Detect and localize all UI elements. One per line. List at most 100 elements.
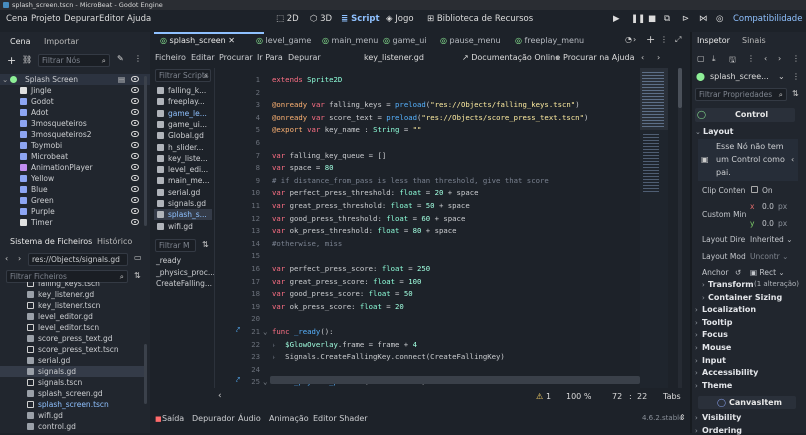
reset-icon[interactable]: ↺: [735, 268, 741, 277]
scene-node[interactable]: AnimationPlayer: [0, 162, 150, 173]
back-icon[interactable]: ‹: [5, 254, 8, 263]
visibility-eye-icon[interactable]: [131, 164, 139, 170]
script-attach-icon[interactable]: ✎: [117, 54, 124, 63]
scene-node[interactable]: Jingle: [0, 85, 150, 96]
visibility-eye-icon[interactable]: [131, 120, 139, 126]
inspector-options-icon[interactable]: ⇅: [792, 89, 799, 98]
code-line[interactable]: 10 var perfect_press_threshold: float = 2…: [246, 187, 638, 200]
workspace-3d[interactable]: ⬡ 3D: [310, 14, 332, 24]
script-list-item[interactable]: signals.gd: [154, 198, 212, 209]
tab-filesystem[interactable]: Sistema de Ficheiros: [10, 234, 92, 250]
file-item[interactable]: key_listener.tscn: [0, 300, 146, 311]
online-docs-link[interactable]: ↗ Documentação Online: [462, 53, 560, 62]
code-line[interactable]: 1 extends Sprite2D: [246, 74, 638, 87]
inspector-section[interactable]: › Tooltip: [692, 318, 802, 330]
script-tab[interactable]: ◎ main_menu: [322, 36, 378, 45]
code-line[interactable]: 13 var ok_press_threshold: float = 80 + s…: [246, 225, 638, 238]
scene-scrollbar[interactable]: [144, 76, 147, 226]
file-item[interactable]: splash_screen.tscn: [0, 399, 146, 410]
workspace-jogo[interactable]: ◈ Jogo: [386, 14, 414, 24]
file-item[interactable]: level_editor.tscn: [0, 322, 146, 333]
warning-count[interactable]: 1: [546, 392, 551, 401]
resource-menu-icon[interactable]: ⋮: [747, 54, 755, 63]
history-icon[interactable]: ◔: [625, 35, 632, 44]
visibility-eye-icon[interactable]: [131, 175, 139, 181]
filesystem-path-input[interactable]: res://Objects/signals.gd: [28, 253, 128, 266]
visibility-eye-icon[interactable]: [131, 87, 139, 93]
clip-checkbox[interactable]: [751, 186, 758, 193]
scene-node[interactable]: Blue: [0, 184, 150, 195]
breakpoint-fold-icon[interactable]: ⤤: [236, 326, 240, 335]
code-line[interactable]: 14 #otherwise, miss: [246, 238, 638, 251]
visibility-eye-icon[interactable]: [131, 98, 139, 104]
stop-icon[interactable]: ■: [648, 14, 656, 24]
history-forward-icon[interactable]: ›: [778, 54, 781, 63]
forward-icon[interactable]: ›: [18, 254, 21, 263]
code-minimap[interactable]: [640, 68, 668, 388]
history-menu-icon[interactable]: ⋮: [792, 54, 800, 63]
code-line[interactable]: 6: [246, 137, 638, 150]
inspector-section[interactable]: › Accessibility: [692, 368, 802, 380]
file-item[interactable]: score_press_text.gd: [0, 333, 146, 344]
workspace-asset-library[interactable]: ⊞ Biblioteca de Recursos: [427, 14, 533, 24]
script-tab[interactable]: ◎ freeplay_menu: [515, 36, 584, 45]
save-resource-icon[interactable]: 🖫: [729, 54, 736, 68]
movie-icon[interactable]: ◎: [716, 14, 723, 24]
min-size-y[interactable]: 0.0: [762, 219, 774, 228]
min-size-x[interactable]: 0.0: [762, 202, 774, 211]
filter-methods-input[interactable]: Filtrar M: [155, 239, 196, 252]
scene-node[interactable]: 3mosqueteiros: [0, 118, 150, 129]
inspector-section[interactable]: › Theme: [692, 381, 802, 393]
file-item[interactable]: signals.gd: [0, 366, 146, 377]
tab-historico[interactable]: Histórico: [97, 234, 132, 250]
indent-mode[interactable]: Tabs: [663, 392, 681, 401]
inspector-section[interactable]: › Container Sizing: [692, 293, 802, 305]
file-item[interactable]: key_listener.gd: [0, 289, 146, 300]
files-scrollbar[interactable]: [144, 344, 147, 404]
toggle-scripts-panel-icon[interactable]: ‹: [218, 391, 222, 401]
collapse-arrow-icon[interactable]: ⌄: [695, 128, 701, 136]
collapse-warning-icon[interactable]: ‹: [791, 155, 794, 164]
script-list-item[interactable]: freeplay...: [154, 96, 212, 107]
method-item[interactable]: _physics_proc...: [156, 268, 215, 277]
play-icon[interactable]: ▶: [613, 14, 620, 24]
code-line[interactable]: 23 ˫ Signals.CreateFallingKey.connect(Cre…: [246, 351, 638, 364]
menu-projeto[interactable]: Projeto: [31, 14, 61, 24]
code-line[interactable]: 19 var ok_press_score: float = 20: [246, 301, 638, 314]
script-list-item[interactable]: main_me...: [154, 175, 212, 186]
inspector-section[interactable]: › Input: [692, 356, 802, 368]
canvasitem-header[interactable]: ◯ CanvasItem: [698, 396, 796, 409]
file-item[interactable]: signals.tscn: [0, 377, 146, 388]
warning-icon[interactable]: ⚠: [536, 392, 543, 401]
tab-saida[interactable]: Saída: [162, 414, 184, 423]
tab-sinais[interactable]: Sinais: [742, 36, 766, 45]
expand-arrow-icon[interactable]: ›: [695, 414, 698, 422]
fold-arrow-icon[interactable]: ⌄: [263, 376, 267, 388]
code-line[interactable]: 18 var good_press_score: float = 50: [246, 288, 638, 301]
script-list-item[interactable]: level_edi...: [154, 164, 212, 175]
search-help-button[interactable]: ⌕ Procurar na Ajuda: [556, 53, 634, 63]
scene-node[interactable]: ⌄ Splash Screen ▤: [0, 74, 150, 85]
anchor-select[interactable]: ▣ Rect ⌄: [750, 268, 785, 277]
script-list-item[interactable]: Global.gd: [154, 130, 212, 141]
scene-node[interactable]: Adot: [0, 107, 150, 118]
scene-node[interactable]: Green: [0, 195, 150, 206]
visibility-eye-icon[interactable]: [131, 197, 139, 203]
script-icon[interactable]: ▤: [118, 74, 125, 85]
menu-depurar[interactable]: Depurar: [64, 14, 99, 24]
script-list-item[interactable]: key_liste...: [154, 153, 212, 164]
file-item[interactable]: serial.gd: [0, 355, 146, 366]
new-tab-icon[interactable]: +: [646, 33, 655, 46]
menu-ir-para[interactable]: Ir Para: [257, 53, 283, 62]
tab-inspetor[interactable]: Inspetor: [697, 36, 730, 45]
script-list-item[interactable]: game_le...: [154, 108, 212, 119]
scene-node[interactable]: Microbeat: [0, 151, 150, 162]
script-list-item[interactable]: serial.gd: [154, 187, 212, 198]
inspector-section[interactable]: › Mouse: [692, 343, 802, 355]
code-line[interactable]: 21 ⌄ func _ready():: [246, 326, 638, 339]
visibility-section[interactable]: Visibility: [702, 413, 741, 422]
code-line[interactable]: 3 @onready var falling_keys = preload("re…: [246, 99, 638, 112]
load-resource-icon[interactable]: ⤓: [712, 54, 716, 64]
ordering-section[interactable]: Ordering: [702, 426, 742, 435]
filter-nodes-input[interactable]: Filtrar Nós ⌕: [38, 54, 110, 67]
